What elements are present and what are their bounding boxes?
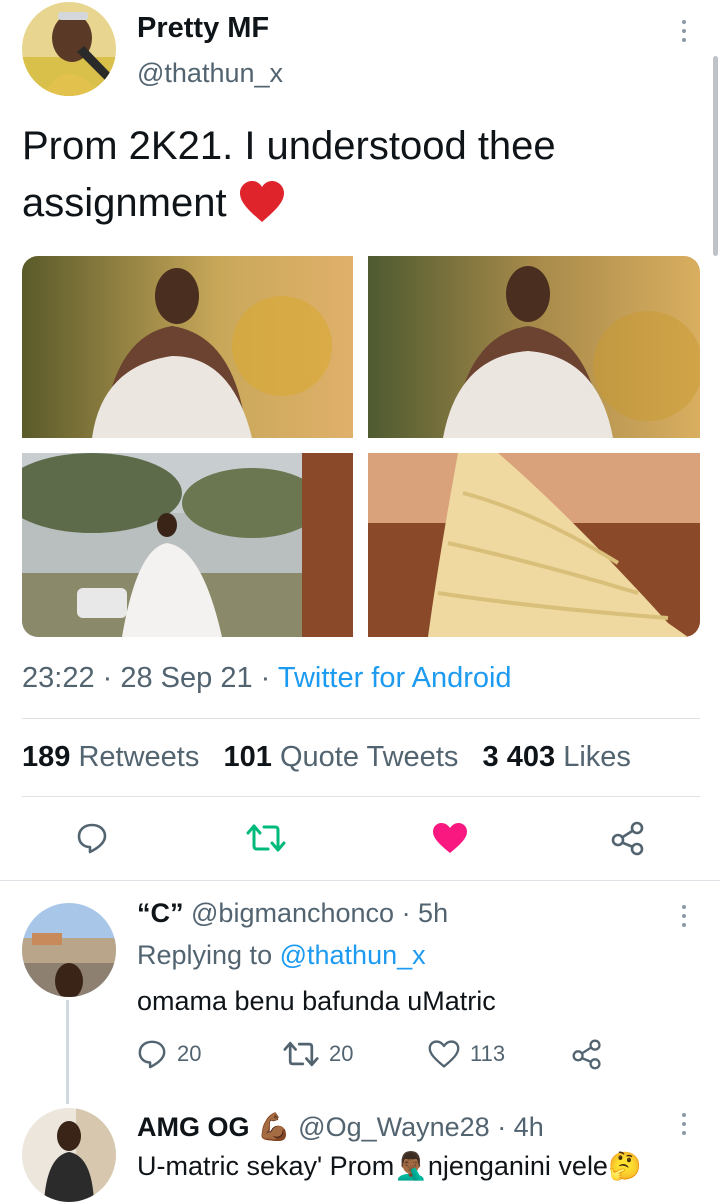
like-button[interactable] [432, 822, 468, 854]
reply-author-name[interactable]: “C” [137, 898, 184, 928]
tweet-text-line2-words: assignment [22, 181, 227, 225]
likes-label: Likes [563, 741, 631, 773]
tweet-source-link[interactable]: Twitter for Android [278, 662, 512, 694]
reply-text: omama benu bafunda uMatric [137, 986, 496, 1016]
heart-emoji [238, 180, 286, 224]
reply-time: · 4h [497, 1112, 544, 1142]
heart-outline-icon [428, 1040, 460, 1068]
reply-more-options-icon[interactable] [682, 905, 688, 932]
heart-filled-icon [433, 823, 467, 853]
tweet-stats: 189 Retweets 101 Quote Tweets 3 403 Like… [22, 741, 631, 774]
scrollbar[interactable] [713, 56, 718, 256]
retweets-label: Retweets [78, 741, 200, 773]
reply-share-button[interactable] [571, 1038, 603, 1070]
retweets-count: 189 [22, 741, 71, 773]
tweet-text-line1: Prom 2K21. I understood thee [22, 124, 556, 168]
reply-more-options-icon[interactable] [682, 1113, 688, 1140]
divider [0, 880, 720, 881]
photo-grid [22, 256, 700, 637]
retweet-count: 20 [329, 1041, 354, 1066]
reply-text-part2: njenganini vele [427, 1151, 608, 1181]
author-avatar[interactable] [22, 2, 116, 96]
flexed-biceps-emoji: 💪🏾 [257, 1112, 291, 1142]
tweet-text: Prom 2K21. I understood thee assignment [22, 118, 702, 232]
replying-to-label: Replying to [137, 940, 273, 970]
photo-4[interactable] [368, 453, 700, 637]
reply-button[interactable] [76, 822, 108, 854]
likes-stat[interactable]: 3 403 Likes [483, 741, 631, 773]
likes-count: 3 403 [482, 741, 556, 773]
tweet-text-line2: assignment [22, 175, 702, 232]
thread-line [66, 1000, 69, 1104]
retweet-button[interactable] [246, 822, 286, 854]
photo-1[interactable] [22, 256, 353, 438]
reply-avatar[interactable] [22, 1108, 116, 1202]
share-icon [572, 1039, 601, 1070]
reply-text: U-matric sekay' Prom🤦🏾‍♂️njenganini vele… [137, 1150, 642, 1182]
share-button[interactable] [610, 820, 646, 856]
retweet-icon [283, 1041, 319, 1067]
divider [22, 718, 700, 719]
reply-avatar[interactable] [22, 903, 116, 997]
reply-text-part1: U-matric sekay' Prom [137, 1151, 395, 1181]
replying-to-handle[interactable]: @thathun_x [280, 940, 426, 970]
retweet-icon [246, 824, 286, 852]
reply-like-button[interactable]: 113 [428, 1039, 505, 1069]
quotes-stat[interactable]: 101 Quote Tweets [224, 741, 459, 773]
reply-author-name[interactable]: AMG OG [137, 1112, 250, 1142]
reply-header: “C” @bigmanchonco · 5h [137, 898, 448, 929]
reply-icon [138, 1040, 166, 1069]
separator-dot: · [252, 662, 278, 694]
photo-3[interactable] [22, 453, 353, 637]
quotes-label: Quote Tweets [279, 741, 459, 773]
share-icon [611, 821, 644, 856]
reply-reply-button[interactable]: 20 [137, 1039, 201, 1069]
quotes-count: 101 [223, 741, 272, 773]
reply-count: 20 [177, 1041, 202, 1066]
photo-2[interactable] [368, 256, 700, 438]
retweets-stat[interactable]: 189 Retweets [22, 741, 199, 773]
facepalm-emoji: 🤦🏾‍♂️ [394, 1151, 428, 1181]
tweet-time: 23:22 [22, 662, 95, 694]
reply-time: · 5h [401, 898, 449, 928]
tweet-metadata: 23:22 · 28 Sep 21 · Twitter for Android [22, 662, 512, 695]
tweet-date: 28 Sep 21 [120, 662, 253, 694]
separator-dot: · [94, 662, 121, 694]
thinking-emoji: 🤔 [607, 1151, 642, 1181]
replying-to: Replying to @thathun_x [137, 940, 426, 971]
author-handle[interactable]: @thathun_x [137, 58, 283, 89]
divider [22, 796, 700, 797]
reply-retweet-button[interactable]: 20 [283, 1039, 353, 1069]
reply-author-handle[interactable]: @bigmanchonco [191, 898, 394, 928]
author-name[interactable]: Pretty MF [137, 12, 269, 45]
more-options-icon[interactable] [682, 20, 688, 47]
like-count: 113 [470, 1041, 506, 1066]
reply-icon [77, 823, 107, 854]
reply-header: AMG OG 💪🏾 @Og_Wayne28 · 4h [137, 1111, 544, 1143]
reply-author-handle[interactable]: @Og_Wayne28 [298, 1112, 490, 1142]
